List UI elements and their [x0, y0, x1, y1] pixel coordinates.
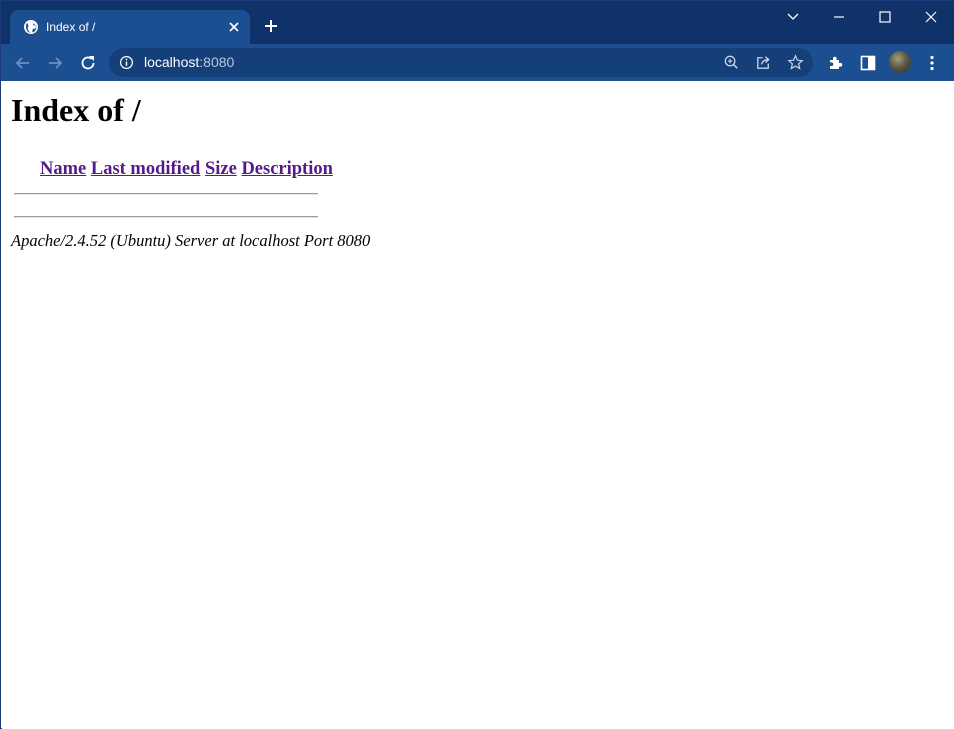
new-tab-icon[interactable] — [262, 17, 280, 35]
bookmark-star-icon[interactable] — [786, 53, 805, 72]
tab-title: Index of / — [46, 20, 96, 34]
close-tab-icon[interactable] — [226, 19, 242, 35]
globe-icon — [24, 20, 38, 34]
sort-by-last-modified-link[interactable]: Last modified — [91, 159, 200, 179]
footer-divider — [14, 216, 318, 218]
profile-avatar[interactable] — [889, 51, 911, 73]
extensions-puzzle-icon[interactable] — [826, 53, 846, 73]
browser-window: Index of / localhost:8080 Index of / Nam… — [0, 0, 954, 729]
back-icon[interactable] — [13, 53, 33, 73]
more-menu-icon[interactable] — [922, 53, 942, 73]
url-text[interactable]: localhost:8080 — [144, 54, 234, 71]
maximize-icon[interactable] — [875, 7, 895, 27]
minimize-icon[interactable] — [829, 7, 849, 27]
url-host: localhost — [144, 54, 200, 70]
side-panel-icon[interactable] — [858, 53, 878, 73]
address-bar[interactable]: localhost:8080 — [109, 48, 813, 77]
title-bar: Index of / — [1, 1, 954, 44]
share-icon[interactable] — [754, 53, 773, 72]
site-info-icon[interactable] — [119, 55, 134, 70]
column-headers: Name Last modified Size Description — [40, 158, 333, 180]
sort-by-size-link[interactable]: Size — [205, 159, 237, 179]
browser-tab[interactable]: Index of / — [10, 10, 250, 44]
header-divider — [14, 193, 318, 195]
page-content: Index of / Name Last modified Size Descr… — [2, 81, 954, 729]
zoom-icon[interactable] — [722, 53, 741, 72]
forward-icon[interactable] — [45, 53, 65, 73]
browser-toolbar: localhost:8080 — [1, 44, 954, 81]
url-port: :8080 — [199, 54, 235, 70]
sort-by-description-link[interactable]: Description — [241, 159, 332, 179]
tab-search-chevron-icon[interactable] — [783, 7, 803, 27]
sort-by-name-link[interactable]: Name — [40, 159, 86, 179]
server-signature: Apache/2.4.52 (Ubuntu) Server at localho… — [11, 231, 371, 250]
close-window-icon[interactable] — [921, 7, 941, 27]
page-title: Index of / — [11, 92, 141, 128]
reload-icon[interactable] — [78, 53, 98, 73]
